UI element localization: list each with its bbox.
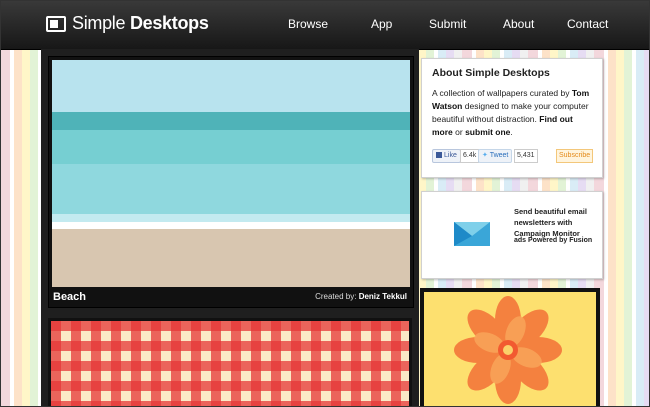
wallpaper-thumbnail[interactable]	[420, 288, 600, 407]
flower-wallpaper-image	[424, 292, 596, 407]
foam-band	[52, 214, 410, 222]
ad-note[interactable]: ads Powered by Fusion	[514, 237, 592, 244]
advertisement[interactable]: Send beautiful email newsletters with Ca…	[421, 191, 603, 279]
sea-dark-band	[52, 112, 410, 130]
nav-browse[interactable]: Browse	[288, 17, 328, 31]
credit-author-link[interactable]: Deniz Tekkul	[359, 292, 407, 301]
tweet-button[interactable]: ✦ Tweet	[478, 149, 513, 163]
ad-text[interactable]: Send beautiful email newsletters with Ca…	[514, 206, 598, 239]
wallpaper-credit: Created by: Deniz Tekkul	[315, 292, 407, 301]
featured-wallpaper-card[interactable]: Beach Created by: Deniz Tekkul	[48, 56, 414, 308]
about-box: About Simple Desktops A collection of wa…	[421, 58, 603, 178]
site-header: Simple Desktops Browse App Submit About …	[0, 0, 650, 50]
site-logo[interactable]: Simple Desktops	[46, 13, 209, 34]
tweet-count: 5,431	[514, 149, 538, 163]
beach-wallpaper-image[interactable]	[52, 60, 410, 287]
second-wallpaper-card[interactable]	[48, 318, 412, 407]
sea-band	[52, 130, 410, 164]
wallpaper-caption: Beach Created by: Deniz Tekkul	[49, 287, 413, 307]
about-heading: About Simple Desktops	[432, 67, 550, 79]
social-buttons: Like 6.4k ✦ Tweet 5,431 Subscribe	[432, 149, 594, 163]
desktop-monitor-icon	[46, 15, 66, 32]
nav-about[interactable]: About	[503, 17, 534, 31]
nav-submit[interactable]: Submit	[429, 17, 466, 31]
campaign-monitor-envelope-icon	[454, 222, 490, 246]
twitter-bird-icon: ✦	[482, 152, 488, 159]
nav-contact[interactable]: Contact	[567, 17, 608, 31]
sea-light-band	[52, 164, 410, 214]
shore-band	[52, 222, 410, 229]
submit-one-link[interactable]: submit one	[465, 127, 510, 137]
nav-app[interactable]: App	[371, 17, 392, 31]
sky-band	[52, 60, 410, 112]
wallpaper-title[interactable]: Beach	[53, 291, 86, 303]
about-text: A collection of wallpapers curated by To…	[432, 88, 590, 137]
flower-icon	[454, 296, 562, 404]
subscribe-button[interactable]: Subscribe	[556, 149, 594, 163]
gingham-wallpaper-image[interactable]	[51, 321, 409, 407]
sand-band	[52, 229, 410, 287]
logo-text: Simple Desktops	[72, 13, 209, 33]
facebook-like-button[interactable]: Like	[432, 149, 461, 163]
facebook-icon	[436, 152, 442, 158]
like-count: 6.4k	[460, 149, 480, 163]
